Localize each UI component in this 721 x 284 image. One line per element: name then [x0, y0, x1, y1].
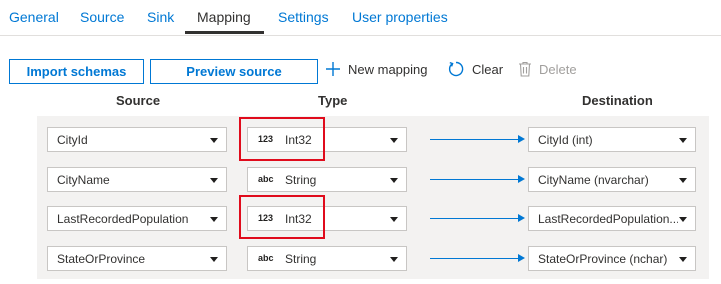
source-column-value: CityId [57, 133, 88, 147]
destination-column-dropdown[interactable]: CityId (int) [528, 127, 696, 152]
chevron-down-icon [679, 178, 687, 183]
tab-user-properties[interactable]: User properties [352, 9, 448, 25]
new-mapping-button[interactable]: New mapping [325, 59, 428, 79]
source-column-dropdown[interactable]: CityId [47, 127, 227, 152]
preview-source-button[interactable]: Preview source [150, 59, 318, 84]
integer-type-icon: 123 [258, 134, 274, 144]
chevron-down-icon [210, 178, 218, 183]
type-value: Int32 [285, 133, 312, 147]
string-type-icon: abc [258, 174, 274, 184]
destination-column-dropdown[interactable]: StateOrProvince (nchar) [528, 246, 696, 271]
mapping-arrow-line [430, 258, 520, 259]
source-column-value: CityName [57, 173, 110, 187]
chevron-down-icon [390, 257, 398, 262]
active-tab-indicator [185, 31, 264, 34]
type-dropdown[interactable]: abc String [247, 167, 407, 192]
chevron-down-icon [390, 178, 398, 183]
tab-source[interactable]: Source [80, 9, 124, 25]
refresh-icon [447, 60, 465, 78]
destination-column-value: StateOrProvince (nchar) [538, 252, 668, 266]
arrow-right-icon [518, 254, 525, 262]
tab-general[interactable]: General [9, 9, 59, 25]
column-header-destination: Destination [582, 93, 653, 108]
chevron-down-icon [679, 257, 687, 262]
destination-column-value: CityId (int) [538, 133, 593, 147]
delete-label: Delete [539, 61, 577, 77]
chevron-down-icon [679, 138, 687, 143]
integer-type-icon: 123 [258, 213, 274, 223]
string-type-icon: abc [258, 253, 274, 263]
chevron-down-icon [679, 217, 687, 222]
mapping-arrow-line [430, 218, 520, 219]
type-dropdown[interactable]: 123 Int32 [247, 206, 407, 231]
tab-mapping[interactable]: Mapping [197, 9, 251, 25]
chevron-down-icon [390, 138, 398, 143]
source-column-value: LastRecordedPopulation [57, 212, 189, 226]
chevron-down-icon [210, 217, 218, 222]
chevron-down-icon [390, 217, 398, 222]
type-value: Int32 [285, 212, 312, 226]
destination-column-dropdown[interactable]: CityName (nvarchar) [528, 167, 696, 192]
arrow-right-icon [518, 135, 525, 143]
arrow-right-icon [518, 214, 525, 222]
type-dropdown[interactable]: 123 Int32 [247, 127, 407, 152]
mapping-arrow-line [430, 179, 520, 180]
clear-button[interactable]: Clear [447, 59, 503, 79]
chevron-down-icon [210, 257, 218, 262]
type-dropdown[interactable]: abc String [247, 246, 407, 271]
type-value: String [285, 252, 317, 266]
destination-column-value: CityName (nvarchar) [538, 173, 649, 187]
tab-sink[interactable]: Sink [147, 9, 174, 25]
source-column-dropdown[interactable]: LastRecordedPopulation [47, 206, 227, 231]
destination-column-value: LastRecordedPopulation... [538, 212, 678, 226]
import-schemas-button[interactable]: Import schemas [9, 59, 144, 84]
source-column-value: StateOrProvince [57, 252, 146, 266]
plus-icon [325, 61, 341, 77]
mapping-arrow-line [430, 139, 520, 140]
new-mapping-label: New mapping [348, 61, 428, 77]
delete-button[interactable]: Delete [518, 59, 577, 79]
destination-column-dropdown[interactable]: LastRecordedPopulation... [528, 206, 696, 231]
column-header-type: Type [318, 93, 348, 108]
chevron-down-icon [210, 138, 218, 143]
tab-bar: General Source Sink Mapping Settings Use… [0, 0, 721, 36]
source-column-dropdown[interactable]: CityName [47, 167, 227, 192]
arrow-right-icon [518, 175, 525, 183]
column-header-source: Source [116, 93, 161, 108]
type-value: String [285, 173, 317, 187]
source-column-dropdown[interactable]: StateOrProvince [47, 246, 227, 271]
trash-icon [518, 61, 532, 77]
tab-settings[interactable]: Settings [278, 9, 329, 25]
clear-label: Clear [472, 61, 504, 77]
